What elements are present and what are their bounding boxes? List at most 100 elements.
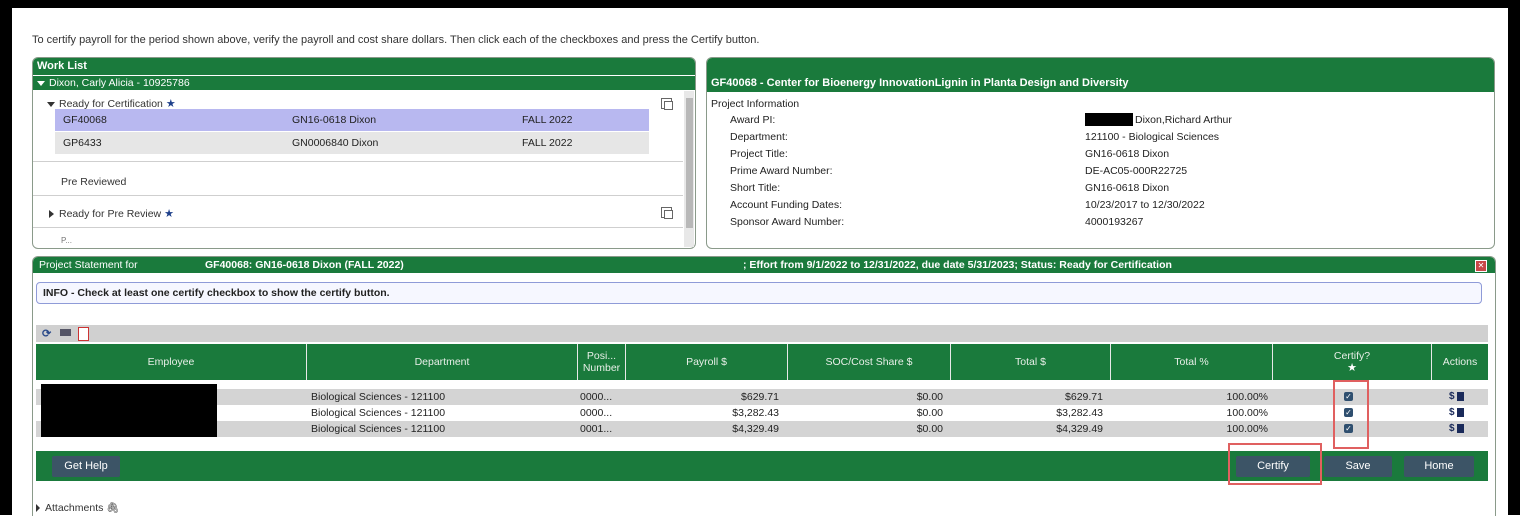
home-button[interactable]: Home [1404, 456, 1474, 477]
caret-down-icon[interactable] [37, 80, 45, 86]
col-payroll[interactable]: Payroll $ [626, 344, 788, 380]
divider [33, 195, 683, 196]
worklist-person-label: Dixon, Carly Alicia - 10925786 [49, 77, 190, 89]
paperclip-icon: 🖇 [106, 502, 120, 514]
label-short-title: Short Title: [730, 182, 781, 194]
screenshot-border-left [0, 0, 12, 515]
label-funding-dates: Account Funding Dates: [730, 199, 843, 211]
caret-right-icon[interactable] [36, 504, 40, 513]
value-sponsor-award: 4000193267 [1085, 216, 1144, 228]
project-panel-top [707, 58, 1494, 75]
star-icon: ★ [164, 208, 174, 220]
value-award-pi: Dixon,Richard Arthur [1135, 114, 1232, 126]
close-icon[interactable]: ✕ [1475, 260, 1487, 272]
value-funding-dates: 10/23/2017 to 12/30/2022 [1085, 199, 1205, 211]
star-icon[interactable]: ★ [1347, 362, 1357, 374]
row-term: FALL 2022 [522, 114, 573, 126]
row-soc: $0.00 [916, 391, 943, 403]
label-sponsor-award: Sponsor Award Number: [730, 216, 845, 228]
row-department: Biological Sciences - 121100 [311, 423, 446, 435]
row-soc: $0.00 [916, 423, 943, 435]
get-help-button[interactable]: Get Help [52, 456, 120, 477]
label-award-pi: Award PI: [730, 114, 776, 126]
value-project-title: GN16-0618 Dixon [1085, 148, 1170, 160]
action-dollar-icon[interactable]: $ [1449, 391, 1455, 402]
col-position[interactable]: Posi... Number [578, 344, 626, 380]
worklist-scroll-thumb[interactable] [686, 98, 693, 228]
row-soc: $0.00 [916, 407, 943, 419]
statement-header: Project Statement for GF40068: GN16-0618… [33, 257, 1495, 273]
row-pct: 100.00% [1226, 407, 1268, 419]
value-short-title: GN16-0618 Dixon [1085, 182, 1170, 194]
attachments-label: Attachments [45, 502, 104, 514]
row-total: $4,329.49 [1056, 423, 1103, 435]
row-payroll: $4,329.49 [732, 423, 779, 435]
section-ready-pre-review[interactable]: Ready for Pre Review ★ [49, 207, 174, 220]
row-pct: 100.00% [1226, 423, 1268, 435]
col-employee[interactable]: Employee [36, 344, 307, 380]
worklist-panel: Work List Dixon, Carly Alicia - 10925786… [32, 57, 696, 249]
row-position: 0000... [580, 391, 613, 403]
document-icon[interactable] [1457, 408, 1464, 417]
worklist-row-selected[interactable]: GF40068 GN16-0618 Dixon FALL 2022 [55, 109, 649, 131]
col-actions: Actions [1442, 356, 1478, 368]
project-info-heading: Project Information [711, 98, 800, 110]
section-pre-reviewed[interactable]: Pre Reviewed [61, 176, 126, 188]
col-total-pct[interactable]: Total % [1111, 344, 1273, 380]
document-icon[interactable] [1457, 392, 1464, 401]
section-label: Ready for Pre Review [59, 208, 162, 220]
label-prime-award: Prime Award Number: [730, 165, 833, 177]
table-toolbar: ⟳ [36, 325, 1488, 342]
row-project: GN16-0618 Dixon [292, 114, 377, 126]
row-term: FALL 2022 [522, 137, 573, 149]
row-id: GF40068 [63, 114, 107, 126]
worklist-title: Work List [33, 58, 695, 75]
statement-panel: Project Statement for GF40068: GN16-0618… [32, 256, 1496, 516]
row-position: 0000... [580, 407, 613, 419]
row-pct: 100.00% [1226, 391, 1268, 403]
col-certify[interactable]: Certify? ★ [1273, 344, 1432, 380]
statement-effort: ; Effort from 9/1/2022 to 12/31/2022, du… [743, 259, 1172, 271]
col-department[interactable]: Department [307, 344, 578, 380]
save-button[interactable]: Save [1324, 456, 1392, 477]
refresh-icon[interactable]: ⟳ [42, 327, 51, 340]
statement-label: Project Statement for [39, 259, 138, 271]
copy-icon[interactable] [661, 98, 673, 110]
row-department: Biological Sciences - 121100 [311, 391, 446, 403]
col-soc[interactable]: SOC/Cost Share $ [788, 344, 951, 380]
pdf-icon[interactable] [78, 327, 89, 341]
attachments-toggle[interactable]: Attachments 🖇 [36, 501, 120, 514]
redacted-block [1085, 113, 1133, 126]
table-header: Employee Department Posi... Number Payro… [36, 344, 1488, 380]
project-panel: GF40068 - Center for Bioenergy Innovatio… [706, 57, 1495, 249]
instruction-text: To certify payroll for the period shown … [32, 34, 760, 46]
label-department: Department: [730, 131, 788, 143]
section-partial[interactable]: P... [61, 236, 72, 245]
caret-down-icon[interactable] [47, 101, 55, 107]
row-department: Biological Sciences - 121100 [311, 407, 446, 419]
action-dollar-icon[interactable]: $ [1449, 407, 1455, 418]
info-message: INFO - Check at least one certify checkb… [36, 282, 1482, 304]
checkbox-highlight [1333, 380, 1369, 449]
caret-right-icon[interactable] [49, 210, 54, 219]
certify-header-label: Certify? [1333, 350, 1371, 362]
screenshot-border-right [1508, 0, 1520, 515]
copy-icon[interactable] [661, 207, 673, 219]
table-icon[interactable] [60, 329, 71, 336]
col-total[interactable]: Total $ [951, 344, 1111, 380]
value-prime-award: DE-AC05-000R22725 [1085, 165, 1188, 177]
worklist-row[interactable]: GP6433 GN0006840 Dixon FALL 2022 [55, 132, 649, 154]
value-department: 121100 - Biological Sciences [1085, 131, 1220, 143]
row-position: 0001... [580, 423, 613, 435]
certify-highlight [1228, 443, 1322, 485]
row-payroll: $3,282.43 [732, 407, 779, 419]
action-dollar-icon[interactable]: $ [1449, 423, 1455, 434]
row-project: GN0006840 Dixon [292, 137, 379, 149]
document-icon[interactable] [1457, 424, 1464, 433]
divider [33, 161, 683, 162]
divider [33, 227, 683, 228]
worklist-person[interactable]: Dixon, Carly Alicia - 10925786 [33, 75, 695, 90]
statement-subject: GF40068: GN16-0618 Dixon (FALL 2022) [205, 259, 404, 271]
row-id: GP6433 [63, 137, 102, 149]
screenshot-border-top [0, 0, 1520, 8]
